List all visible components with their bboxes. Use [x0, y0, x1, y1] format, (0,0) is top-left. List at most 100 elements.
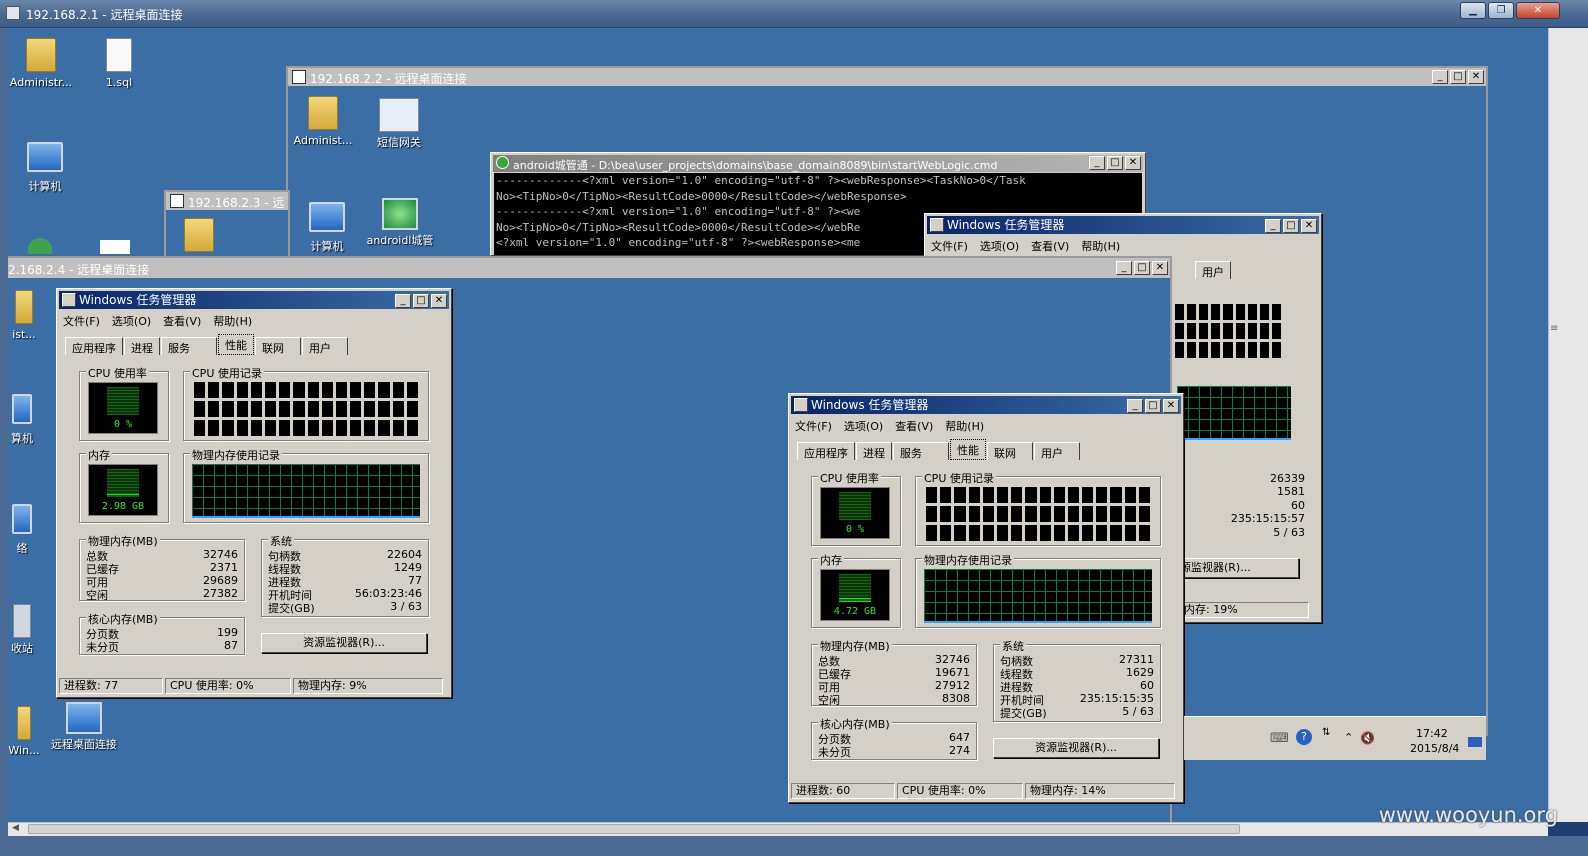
rdp22-minimize-button[interactable]: _ — [1432, 70, 1448, 84]
cpu-core-graph — [236, 401, 248, 417]
menu-options[interactable]: 选项(O) — [980, 240, 1019, 253]
rdp22-icon-computer[interactable]: 计算机 — [294, 202, 360, 254]
rdp24-minimize-button[interactable]: _ — [1116, 261, 1132, 275]
cpu-core-graph — [1138, 506, 1150, 522]
rdp22-icon-sms-gateway[interactable]: 短信网关 — [366, 98, 432, 149]
network-tray-icon[interactable]: ⇅ — [1322, 727, 1330, 738]
tab-services[interactable]: 服务 — [893, 442, 949, 460]
tab-applications[interactable]: 应用程序 — [797, 442, 855, 460]
tm1-maximize-button[interactable]: □ — [413, 294, 429, 308]
tm1-nonpaged-value: 87 — [224, 639, 238, 652]
outer-minimize-button[interactable]: ▁ — [1460, 2, 1486, 19]
tab-performance[interactable]: 性能 — [950, 439, 986, 460]
menu-options[interactable]: 选项(O) — [112, 315, 151, 328]
tab-users[interactable]: 用户 — [302, 337, 348, 355]
rdp24-icon-win[interactable]: Win... — [4, 706, 44, 757]
cpu-core-graph — [1011, 506, 1023, 522]
volume-muted-icon[interactable]: 🔇 — [1360, 731, 1375, 745]
rdp22-icon-administrator[interactable]: Administ... — [290, 96, 356, 147]
cmd-maximize-button[interactable]: □ — [1107, 156, 1123, 170]
desktop-icon-sql-file[interactable]: 1.sql — [86, 38, 152, 89]
cpu-core-graph — [1259, 323, 1269, 339]
outer-close-button[interactable]: ✕ — [1516, 2, 1560, 19]
rdp24-icon-computer[interactable]: 算机 — [4, 394, 40, 445]
cpu-core-graph — [293, 420, 305, 436]
cpu-core-graph — [1211, 304, 1221, 320]
tab-performance[interactable]: 性能 — [218, 334, 254, 355]
rdp24-close-button[interactable]: ✕ — [1152, 261, 1168, 275]
tm1-minimize-button[interactable]: _ — [395, 294, 411, 308]
tm2-resource-monitor-button[interactable]: 资源监视器(R)... — [993, 738, 1159, 758]
horizontal-scroll-thumb[interactable] — [28, 824, 1240, 834]
menu-options[interactable]: 选项(O) — [844, 420, 883, 433]
menu-view[interactable]: 查看(V) — [163, 315, 201, 328]
cpu-core-graph — [954, 487, 966, 503]
outer-maximize-button[interactable]: ❐ — [1488, 2, 1514, 19]
tm1-status-cpu: CPU 使用率: 0% — [165, 678, 291, 694]
tm2-physical-memory-group: 物理内存(MB) 总数 32746 已缓存 19671 可用 27912 空闲 8308 — [811, 638, 977, 707]
cpu-core-graph — [1187, 342, 1197, 358]
cpu-core-graph — [1124, 525, 1136, 541]
outer-titlebar[interactable]: 192.168.2.1 - 远程桌面连接 ▁ ❐ ✕ — [0, 0, 1588, 28]
rdp22-maximize-button[interactable]: □ — [1450, 70, 1466, 84]
tm1-free-value: 27382 — [203, 587, 238, 600]
tm3-menubar: 文件(F) 选项(O) 查看(V) 帮助(H) — [931, 238, 1132, 254]
cpu-core-graph — [250, 401, 262, 417]
tm2-minimize-button[interactable]: _ — [1127, 399, 1143, 413]
tm1-resource-monitor-button[interactable]: 资源监视器(R)... — [261, 633, 427, 653]
tm3-maximize-button[interactable]: □ — [1283, 219, 1299, 233]
cpu-meter — [107, 387, 139, 415]
tab-users[interactable]: 用户 — [1034, 442, 1080, 460]
tm3-titlebar[interactable]: Windows 任务管理器 _ □ ✕ — [927, 216, 1319, 234]
tab-networking[interactable]: 联网 — [987, 442, 1033, 460]
rdp22-close-button[interactable]: ✕ — [1468, 70, 1484, 84]
cmd-close-button[interactable]: ✕ — [1125, 156, 1141, 170]
rdp-window-192-168-2-3[interactable]: 192.168.2.3 - 远 — [164, 190, 290, 260]
rdp24-maximize-button[interactable]: □ — [1134, 261, 1150, 275]
desktop-icon-computer[interactable]: 计算机 — [10, 142, 80, 193]
tm3-close-button[interactable]: ✕ — [1301, 219, 1317, 233]
tm3-resource-monitor-button[interactable]: 源监视器(R)... — [1175, 558, 1299, 578]
menu-file[interactable]: 文件(F) — [63, 315, 100, 328]
menu-help[interactable]: 帮助(H) — [1081, 240, 1120, 253]
menu-help[interactable]: 帮助(H) — [945, 420, 984, 433]
cpu-core-graph — [926, 487, 938, 503]
rdp24-icon-network[interactable]: 络 — [4, 504, 40, 555]
tab-applications[interactable]: 应用程序 — [65, 337, 123, 355]
tm1-close-button[interactable]: ✕ — [431, 294, 447, 308]
rdp22-icon-android[interactable]: androidl城管 — [362, 198, 438, 254]
cmd-minimize-button[interactable]: _ — [1089, 156, 1105, 170]
rdp24-icon-remote-desktop[interactable]: 远程桌面连接 — [50, 702, 118, 751]
tab-processes[interactable]: 进程 — [124, 337, 160, 355]
cpu-core-graph — [1039, 525, 1051, 541]
show-desktop-icon[interactable] — [1468, 737, 1482, 747]
menu-file[interactable]: 文件(F) — [795, 420, 832, 433]
tm1-titlebar[interactable]: Windows 任务管理器 _ □ ✕ — [59, 291, 449, 309]
menu-file[interactable]: 文件(F) — [931, 240, 968, 253]
menu-view[interactable]: 查看(V) — [895, 420, 933, 433]
help-icon[interactable]: ? — [1296, 729, 1312, 745]
tab-services[interactable]: 服务 — [161, 337, 217, 355]
scroll-left-arrow-icon[interactable]: ◀ — [12, 823, 19, 833]
desktop-icon-administrator[interactable]: Administr... — [6, 38, 76, 89]
menu-view[interactable]: 查看(V) — [1031, 240, 1069, 253]
tab-processes[interactable]: 进程 — [856, 442, 892, 460]
tm2-free-value: 8308 — [942, 692, 970, 705]
rdp24-icon-recycle-bin[interactable]: 收站 — [4, 604, 40, 655]
task-manager-window-2[interactable]: Windows 任务管理器 _ □ ✕ 文件(F) 选项(O) 查看(V) 帮助(H)… — [788, 393, 1184, 803]
tm2-status-memory: 物理内存: 14% — [1025, 783, 1175, 799]
tm3-tab-users[interactable]: 用户 — [1195, 261, 1231, 279]
menu-help[interactable]: 帮助(H) — [213, 315, 252, 328]
rdp24-icon-admin[interactable]: ist... — [4, 290, 44, 341]
tab-networking[interactable]: 联网 — [255, 337, 301, 355]
cmd-title: android城管通 - D:\bea\user_projects\domain… — [513, 159, 998, 172]
tm2-close-button[interactable]: ✕ — [1163, 399, 1179, 413]
tm2-titlebar[interactable]: Windows 任务管理器 _ □ ✕ — [791, 396, 1181, 414]
cpu-core-graph — [406, 382, 418, 398]
vertical-scrollbar[interactable]: ≡ — [1548, 28, 1588, 822]
tm2-maximize-button[interactable]: □ — [1145, 399, 1161, 413]
keyboard-icon[interactable]: ⌨ — [1270, 731, 1289, 746]
task-manager-window-1[interactable]: Windows 任务管理器 _ □ ✕ 文件(F) 选项(O) 查看(V) 帮助(H)… — [56, 288, 452, 698]
show-hidden-icons-icon[interactable]: ⌃ — [1344, 731, 1353, 744]
tm3-minimize-button[interactable]: _ — [1265, 219, 1281, 233]
